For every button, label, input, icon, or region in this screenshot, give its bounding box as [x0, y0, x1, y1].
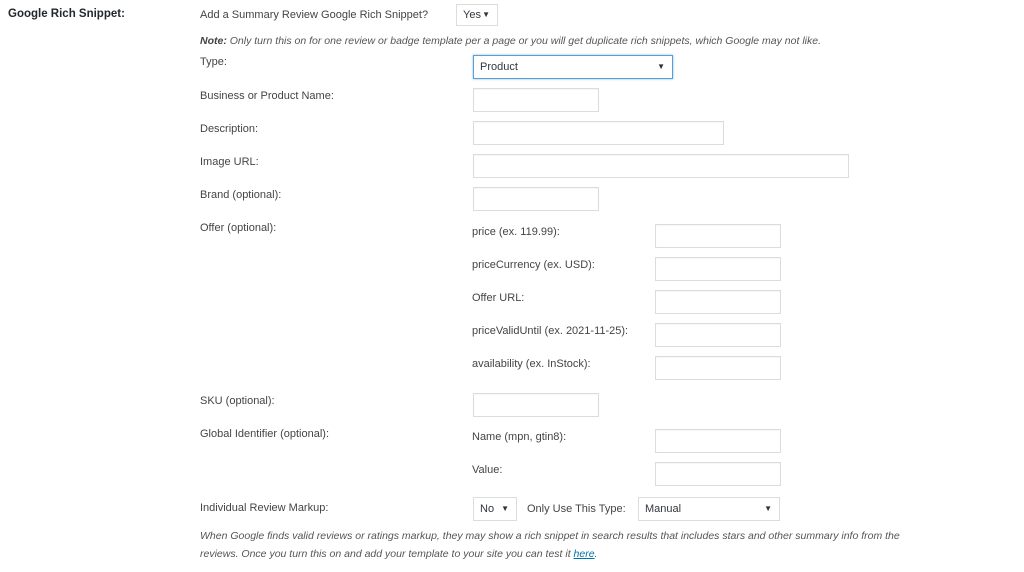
only-type-selected: Manual — [645, 503, 682, 515]
product-name-label: Business or Product Name: — [200, 90, 334, 102]
price-currency-input[interactable] — [655, 257, 781, 281]
chevron-down-icon: ▼ — [657, 62, 665, 71]
only-type-select[interactable]: Manual ▼ — [638, 497, 780, 521]
note-label: Note: — [200, 35, 227, 47]
only-type-label: Only Use This Type: — [527, 503, 626, 515]
type-select[interactable]: Product ▼ — [473, 55, 673, 79]
image-url-input[interactable] — [473, 154, 849, 178]
price-valid-until-input[interactable] — [655, 323, 781, 347]
image-url-label: Image URL: — [200, 156, 259, 168]
offer-label: Offer (optional): — [200, 222, 277, 234]
duplicate-note: Note: Only turn this on for one review o… — [200, 35, 821, 47]
brand-input[interactable] — [473, 187, 599, 211]
global-identifier-label: Global Identifier (optional): — [200, 428, 330, 440]
sku-input[interactable] — [473, 393, 599, 417]
gid-value-input[interactable] — [655, 462, 781, 486]
sku-label: SKU (optional): — [200, 395, 275, 407]
chevron-down-icon: ▼ — [501, 504, 509, 513]
chevron-down-icon: ▼ — [482, 10, 490, 19]
section-title: Google Rich Snippet: — [8, 8, 125, 20]
summary-review-selected: Yes — [463, 9, 481, 21]
individual-review-label: Individual Review Markup: — [200, 502, 329, 514]
price-currency-label: priceCurrency (ex. USD): — [472, 259, 595, 271]
note-text: Only turn this on for one review or badg… — [226, 35, 821, 47]
help-line-1: When Google finds valid reviews or ratin… — [200, 530, 900, 542]
availability-input[interactable] — [655, 356, 781, 380]
gid-name-label: Name (mpn, gtin8): — [472, 431, 567, 443]
gid-value-label: Value: — [472, 464, 503, 476]
help-line-2-end: . — [594, 548, 598, 560]
help-text: When Google finds valid reviews or ratin… — [200, 527, 900, 563]
summary-review-select[interactable]: Yes ▼ — [456, 4, 498, 26]
type-selected: Product — [480, 61, 518, 73]
test-here-link[interactable]: here — [574, 548, 595, 560]
help-line-2-text: reviews. Once you turn this on and add y… — [200, 548, 574, 560]
product-name-input[interactable] — [473, 88, 599, 112]
availability-label: availability (ex. InStock): — [472, 358, 591, 370]
help-line-2: reviews. Once you turn this on and add y… — [200, 545, 900, 563]
individual-review-select[interactable]: No ▼ — [473, 497, 517, 521]
price-valid-until-label: priceValidUntil (ex. 2021-11-25): — [472, 325, 629, 337]
price-input[interactable] — [655, 224, 781, 248]
type-label: Type: — [200, 56, 227, 68]
description-label: Description: — [200, 123, 259, 135]
summary-review-label: Add a Summary Review Google Rich Snippet… — [200, 9, 429, 21]
brand-label: Brand (optional): — [200, 189, 282, 201]
gid-name-input[interactable] — [655, 429, 781, 453]
offer-url-input[interactable] — [655, 290, 781, 314]
chevron-down-icon: ▼ — [764, 504, 772, 513]
individual-review-selected: No — [480, 503, 495, 515]
description-input[interactable] — [473, 121, 724, 145]
price-label: price (ex. 119.99): — [472, 226, 560, 238]
offer-url-label: Offer URL: — [472, 292, 525, 304]
